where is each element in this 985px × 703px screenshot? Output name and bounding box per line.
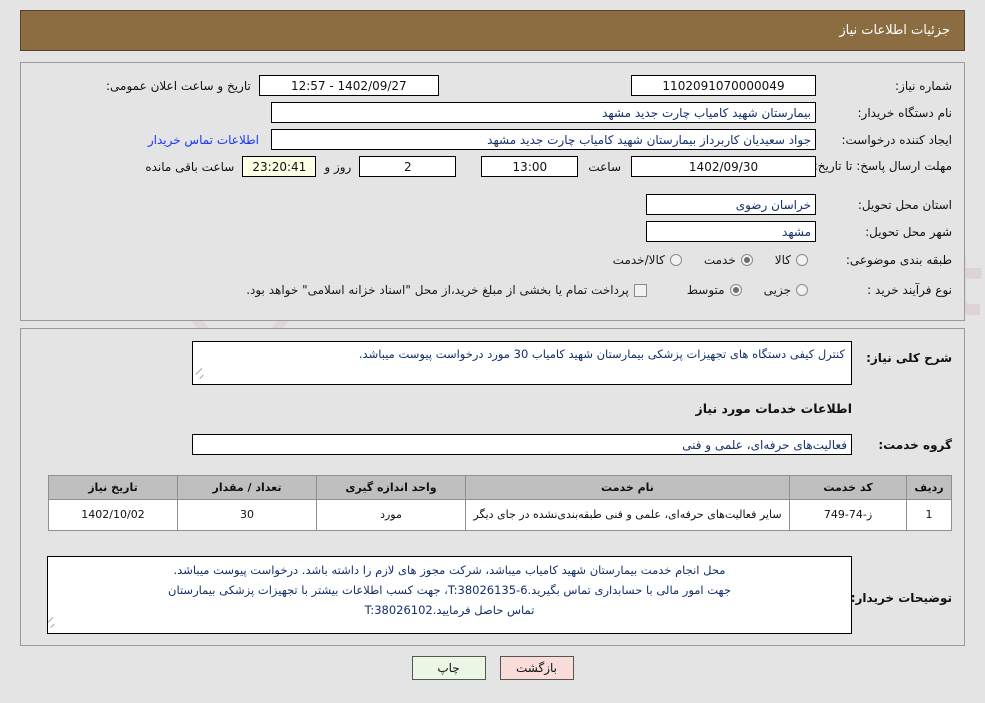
buyer-org-label: نام دستگاه خریدار: [857,105,953,120]
radio-kala-khedmat[interactable] [669,254,682,266]
cell-radif: 1 [906,499,952,531]
buyer-notes-label: توضیحات خریدار: [850,591,952,605]
deadline-date-field: 1402/09/30 [631,156,816,177]
col-qty: تعداد / مقدار [177,475,317,500]
print-button[interactable]: چاپ [411,656,486,680]
table-row: 1 ز-74-749 سایر فعالیت‌های حرفه‌ای، علمی… [48,499,952,531]
back-button[interactable]: بازگشت [499,656,574,680]
process-label: نوع فرآیند خرید : [867,283,952,297]
buyer-notes-line-2: جهت امور مالی با حسابداری تماس بگیرید.T:… [168,583,731,598]
hour-label: ساعت [588,159,621,174]
category-option-kala-label: کالا [774,253,791,267]
need-number-row: شماره نیاز: 1102091070000049 [631,75,952,96]
description-value: کنترل کیفی دستگاه های تجهیزات پزشکی بیما… [358,347,845,361]
treasury-note-label: پرداخت تمام یا بخشی از مبلغ خرید،از محل … [246,283,629,297]
service-group-label: گروه خدمت: [878,438,952,452]
category-row: طبقه بندی موضوعی: کالا خدمت کالا/خدمت [613,253,952,267]
services-section-heading: اطلاعات خدمات مورد نیاز [695,401,853,416]
col-date: تاریخ نیاز [48,475,178,500]
province-field: خراسان رضوی [646,194,816,215]
resize-grip-icon[interactable] [51,623,60,632]
deadline-time-field: 13:00 [481,156,579,177]
description-textarea[interactable]: کنترل کیفی دستگاه های تجهیزات پزشکی بیما… [192,341,852,385]
days-label: روز و [324,159,352,174]
city-field: مشهد [646,221,816,242]
category-option-khedmat-label: خدمت [703,253,736,267]
province-label: استان محل تحویل: [857,197,952,212]
col-unit: واحد اندازه گیری [316,475,466,500]
page-title: جزئیات اطلاعات نیاز [839,23,950,38]
announce-label: تاریخ و ساعت اعلان عمومی: [106,78,251,93]
resize-grip-icon[interactable] [196,374,205,383]
remaining-days-field: 2 [359,156,457,177]
buyer-org-row: نام دستگاه خریدار: بیمارستان شهید کامیاب… [271,102,952,123]
category-option-khedmat[interactable]: خدمت [704,253,753,267]
category-option-kala-khedmat-label: کالا/خدمت [612,253,665,267]
buyer-contact-link[interactable]: اطلاعات تماس خریدار [148,133,259,147]
city-row: شهر محل تحویل: مشهد [646,221,952,242]
countdown-label: ساعت باقی مانده [145,159,235,174]
need-number-field: 1102091070000049 [631,75,816,96]
process-option-jozei-label: جزیی [763,283,791,297]
service-group-field: فعالیت‌های حرفه‌ای، علمی و فنی [192,434,852,455]
cell-name: سایر فعالیت‌های حرفه‌ای، علمی و فنی طبقه… [465,499,790,531]
category-option-kala[interactable]: کالا [775,253,808,267]
radio-jozei[interactable] [796,284,808,296]
buyer-notes-line-3: تماس حاصل فرمایید.T:38026102 [364,603,535,618]
countdown-timer-field: 23:20:41 [242,156,317,177]
creator-label: ایجاد کننده درخواست: [841,132,952,147]
process-option-jozei[interactable]: جزیی [764,283,808,297]
process-option-motevaset-label: متوسط [686,283,725,297]
radio-motevaset[interactable] [729,284,742,296]
announce-row: 1402/09/27 - 12:57 تاریخ و ساعت اعلان عم… [106,75,439,96]
page-title-bar: جزئیات اطلاعات نیاز [20,10,965,51]
announce-datetime-field: 1402/09/27 - 12:57 [258,75,439,96]
radio-khedmat[interactable] [740,254,753,266]
deadline-row: مهلت ارسال پاسخ: تا تاریخ: 1402/09/30 سا… [145,156,952,177]
city-label: شهر محل تحویل: [865,224,952,239]
col-name: نام خدمت [465,475,790,500]
province-row: استان محل تحویل: خراسان رضوی [646,194,952,215]
action-buttons: بازگشت چاپ [0,656,985,680]
cell-code: ز-74-749 [789,499,907,531]
treasury-note-checkbox-group[interactable]: پرداخت تمام یا بخشی از مبلغ خرید،از محل … [246,283,647,297]
table-header-row: ردیف کد خدمت نام خدمت واحد اندازه گیری ت… [48,475,952,500]
category-option-kala-khedmat[interactable]: کالا/خدمت [613,253,682,267]
process-row: نوع فرآیند خرید : جزیی متوسط پرداخت تمام… [246,283,952,297]
creator-row: ایجاد کننده درخواست: جواد سعیدیان کاربرد… [148,129,952,150]
need-info-panel: شماره نیاز: 1102091070000049 1402/09/27 … [20,62,965,321]
category-label: طبقه بندی موضوعی: [845,253,952,267]
buyer-notes-textarea[interactable]: محل انجام خدمت بیمارستان شهید کامیاب میب… [47,556,852,634]
radio-kala[interactable] [796,254,808,266]
creator-field: جواد سعیدیان کاربرداز بیمارستان شهید کام… [271,129,816,150]
services-panel: شرح کلی نیاز: کنترل کیفی دستگاه های تجهی… [20,328,965,646]
col-radif: ردیف [906,475,952,500]
buyer-org-field: بیمارستان شهید کامیاب چارت جدید مشهد [271,102,816,123]
cell-qty: 30 [177,499,317,531]
description-label: شرح کلی نیاز: [866,351,952,365]
cell-date: 1402/10/02 [48,499,178,531]
services-table: ردیف کد خدمت نام خدمت واحد اندازه گیری ت… [48,475,952,531]
need-number-label: شماره نیاز: [895,78,952,93]
deadline-label: مهلت ارسال پاسخ: تا تاریخ: [813,159,952,174]
process-option-motevaset[interactable]: متوسط [687,283,742,297]
col-code: کد خدمت [789,475,907,500]
treasury-checkbox[interactable] [633,283,647,297]
buyer-notes-line-1: محل انجام خدمت بیمارستان شهید کامیاب میب… [173,563,726,577]
cell-unit: مورد [316,499,466,531]
